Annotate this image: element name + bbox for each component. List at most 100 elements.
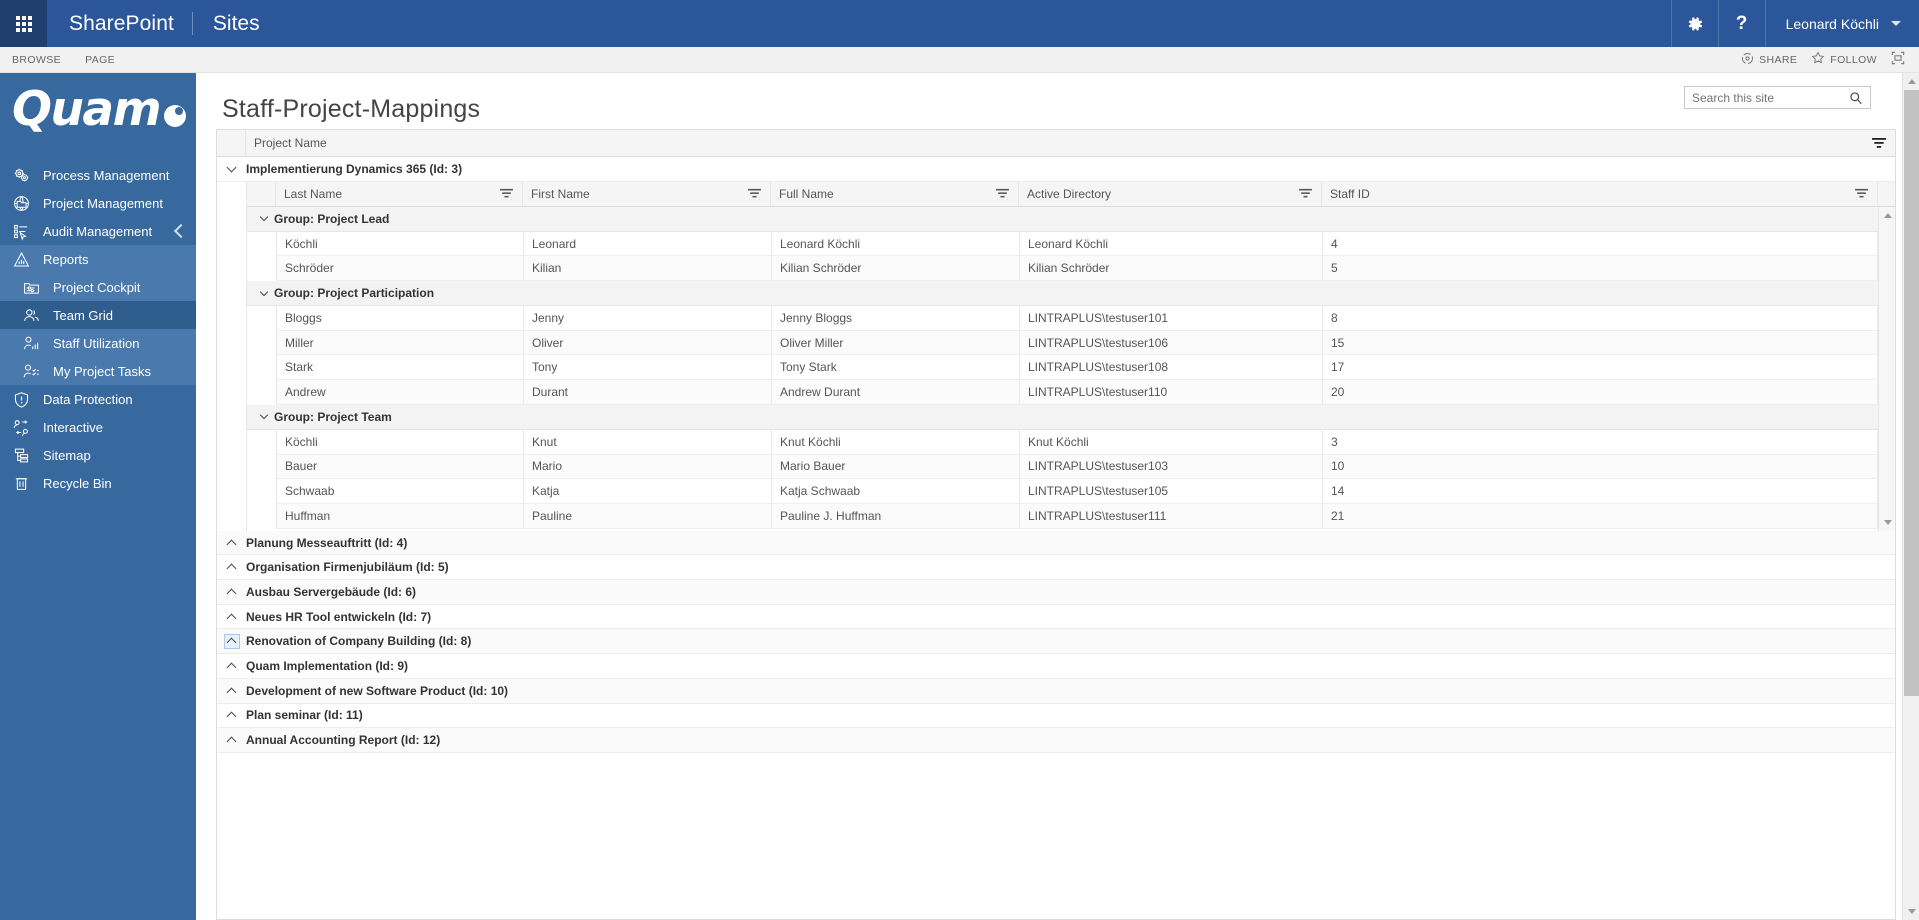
table-row[interactable]: Miller Oliver Oliver Miller LINTRAPLUS\test… <box>276 330 1895 356</box>
expand-toggle[interactable] <box>217 679 246 703</box>
filter-icon[interactable] <box>1855 188 1868 199</box>
expand-toggle[interactable] <box>217 704 246 728</box>
sidebar-item-audit-management[interactable]: Audit Management <box>0 217 196 245</box>
scroll-down-arrow-icon[interactable] <box>1903 903 1919 920</box>
sidebar-item-staff-utilization[interactable]: Staff Utilization <box>0 329 196 357</box>
project-row-collapsed[interactable]: Organisation Firmenjubiläum (Id: 5) <box>217 555 1895 581</box>
expand-toggle[interactable] <box>217 629 246 653</box>
project-row-collapsed[interactable]: Renovation of Company Building (Id: 8) <box>217 629 1895 655</box>
magnifier-icon[interactable] <box>1849 91 1863 105</box>
cell-full-name: Kilian Schröder <box>772 256 1020 281</box>
cell-last-name: Köchli <box>277 429 524 454</box>
cell-active-directory: LINTRAPLUS\testuser108 <box>1020 355 1323 380</box>
sidebar-item-data-protection[interactable]: Data Protection <box>0 385 196 413</box>
table-row[interactable]: Schwaab Katja Katja Schwaab LINTRAPLUS\test… <box>276 479 1895 504</box>
expand-toggle[interactable] <box>217 728 246 752</box>
ribbon-tab-page[interactable]: PAGE <box>73 54 127 66</box>
table-row[interactable]: Köchli Leonard Leonard Köchli Leonard Köchl… <box>276 231 1895 257</box>
cell-last-name: Miller <box>277 330 524 355</box>
column-header-first-name[interactable]: First Name <box>523 181 771 206</box>
search-input[interactable] <box>1685 89 1849 106</box>
table-row[interactable]: Schröder Kilian Kilian Schröder Kilian Schr… <box>276 256 1895 282</box>
table-row[interactable]: Stark Tony Tony Stark LINTRAPLUS\testuser10… <box>276 355 1895 381</box>
chevron-left-icon[interactable] <box>168 218 194 244</box>
sidebar-item-team-grid[interactable]: Team Grid <box>0 301 196 329</box>
sidebar-item-interactive[interactable]: Interactive <box>0 413 196 441</box>
project-row-collapsed[interactable]: Quam Implementation (Id: 9) <box>217 654 1895 679</box>
sidebar-item-recycle-bin[interactable]: Recycle Bin <box>0 469 196 497</box>
scroll-up-arrow-icon[interactable] <box>1903 73 1919 90</box>
collapsed-projects-list: Planung Messeauftritt (Id: 4) Organisatio… <box>217 530 1895 753</box>
question-mark-icon[interactable]: ? <box>1717 0 1765 47</box>
project-row-collapsed[interactable]: Development of new Software Product (Id:… <box>217 678 1895 704</box>
project-row-collapsed[interactable]: Planung Messeauftritt (Id: 4) <box>217 530 1895 556</box>
sidebar-item-label: Data Protection <box>43 391 133 407</box>
sites-link[interactable]: Sites <box>193 0 280 47</box>
detail-grid-scrollbar[interactable] <box>1878 206 1895 531</box>
column-header-full-name[interactable]: Full Name <box>771 181 1019 206</box>
expand-toggle[interactable] <box>217 605 246 629</box>
table-row[interactable]: Köchli Knut Knut Köchli Knut Köchli 3 <box>276 429 1895 455</box>
expand-toggle[interactable] <box>217 580 246 604</box>
project-row-expanded[interactable]: Implementierung Dynamics 365 (Id: 3) <box>217 157 1895 182</box>
project-row-collapsed[interactable]: Neues HR Tool entwickeln (Id: 7) <box>217 605 1895 630</box>
column-header-project-name[interactable]: Project Name <box>246 130 1895 156</box>
project-row-collapsed[interactable]: Annual Accounting Report (Id: 12) <box>217 728 1895 753</box>
sidebar-item-sitemap[interactable]: Sitemap <box>0 441 196 469</box>
search-box[interactable] <box>1684 86 1871 109</box>
follow-button[interactable]: FOLLOW <box>1811 51 1877 68</box>
cell-staff-id: 5 <box>1323 256 1878 281</box>
scroll-up-arrow-icon[interactable] <box>1879 207 1895 224</box>
expand-toggle[interactable] <box>217 531 246 555</box>
share-button[interactable]: SHARE <box>1741 52 1797 68</box>
column-header-staff-id[interactable]: Staff ID <box>1322 181 1878 206</box>
column-header-active-directory[interactable]: Active Directory <box>1019 181 1322 206</box>
cell-first-name: Pauline <box>524 503 772 528</box>
filter-icon[interactable] <box>1872 137 1886 149</box>
sidebar-item-label: Recycle Bin <box>43 475 112 491</box>
filter-icon[interactable] <box>996 188 1009 199</box>
quam-logo-text: Quam <box>12 81 162 137</box>
cell-last-name: Bauer <box>277 454 524 479</box>
expand-toggle[interactable] <box>217 654 246 678</box>
gear-icon[interactable] <box>1670 0 1718 47</box>
sidebar-item-project-cockpit[interactable]: Project Cockpit <box>0 273 196 301</box>
quam-dot-icon <box>164 105 187 127</box>
filter-icon[interactable] <box>500 188 513 199</box>
scrollbar-track[interactable] <box>1879 224 1895 514</box>
table-row[interactable]: Bauer Mario Mario Bauer LINTRAPLUS\testuser… <box>276 454 1895 480</box>
detail-group-row[interactable]: Group: Project Participation <box>247 281 1895 307</box>
focus-on-content-button[interactable] <box>1891 51 1905 68</box>
expand-toggle[interactable] <box>217 555 246 579</box>
user-menu[interactable]: Leonard Köchli <box>1764 0 1919 47</box>
project-row-collapsed[interactable]: Plan seminar (Id: 11) <box>217 704 1895 729</box>
sharepoint-brand-link[interactable]: SharePoint <box>47 0 192 47</box>
column-header-last-name[interactable]: Last Name <box>276 181 523 206</box>
project-row-collapsed[interactable]: Ausbau Servergebäude (Id: 6) <box>217 580 1895 605</box>
app-launcher-icon[interactable] <box>0 0 47 47</box>
page-scrollbar-thumb[interactable] <box>1904 90 1919 696</box>
left-navigation: Quam Process Management Project Manageme… <box>0 73 196 920</box>
detail-group-row[interactable]: Group: Project Lead <box>247 206 1895 232</box>
cell-active-directory: LINTRAPLUS\testuser106 <box>1020 330 1323 355</box>
sidebar-item-project-management[interactable]: Project Management <box>0 189 196 217</box>
table-row[interactable]: Bloggs Jenny Jenny Bloggs LINTRAPLUS\testus… <box>276 306 1895 331</box>
project-title: Quam Implementation (Id: 9) <box>246 658 409 673</box>
sidebar-item-reports[interactable]: Reports <box>0 245 196 273</box>
ribbon-tab-browse[interactable]: BROWSE <box>0 54 73 66</box>
detail-group-label: Group: Project Lead <box>274 211 390 226</box>
table-row[interactable]: Huffman Pauline Pauline J. Huffman LINTRAPL… <box>276 503 1895 529</box>
filter-icon[interactable] <box>1299 188 1312 199</box>
sidebar-item-label: My Project Tasks <box>53 363 152 379</box>
page-scrollbar[interactable] <box>1902 73 1919 920</box>
sidebar-item-process-management[interactable]: Process Management <box>0 161 196 189</box>
sidebar-item-label: Sitemap <box>43 447 91 463</box>
table-row[interactable]: Andrew Durant Andrew Durant LINTRAPLUS\test… <box>276 380 1895 405</box>
sidebar-item-my-project-tasks[interactable]: My Project Tasks <box>0 357 196 385</box>
quam-logo[interactable]: Quam <box>0 73 196 145</box>
filter-icon[interactable] <box>748 188 761 199</box>
expand-toggle[interactable] <box>217 157 246 181</box>
scroll-down-arrow-icon[interactable] <box>1879 514 1895 531</box>
detail-group-row[interactable]: Group: Project Team <box>247 404 1895 430</box>
trash-icon <box>10 472 32 494</box>
